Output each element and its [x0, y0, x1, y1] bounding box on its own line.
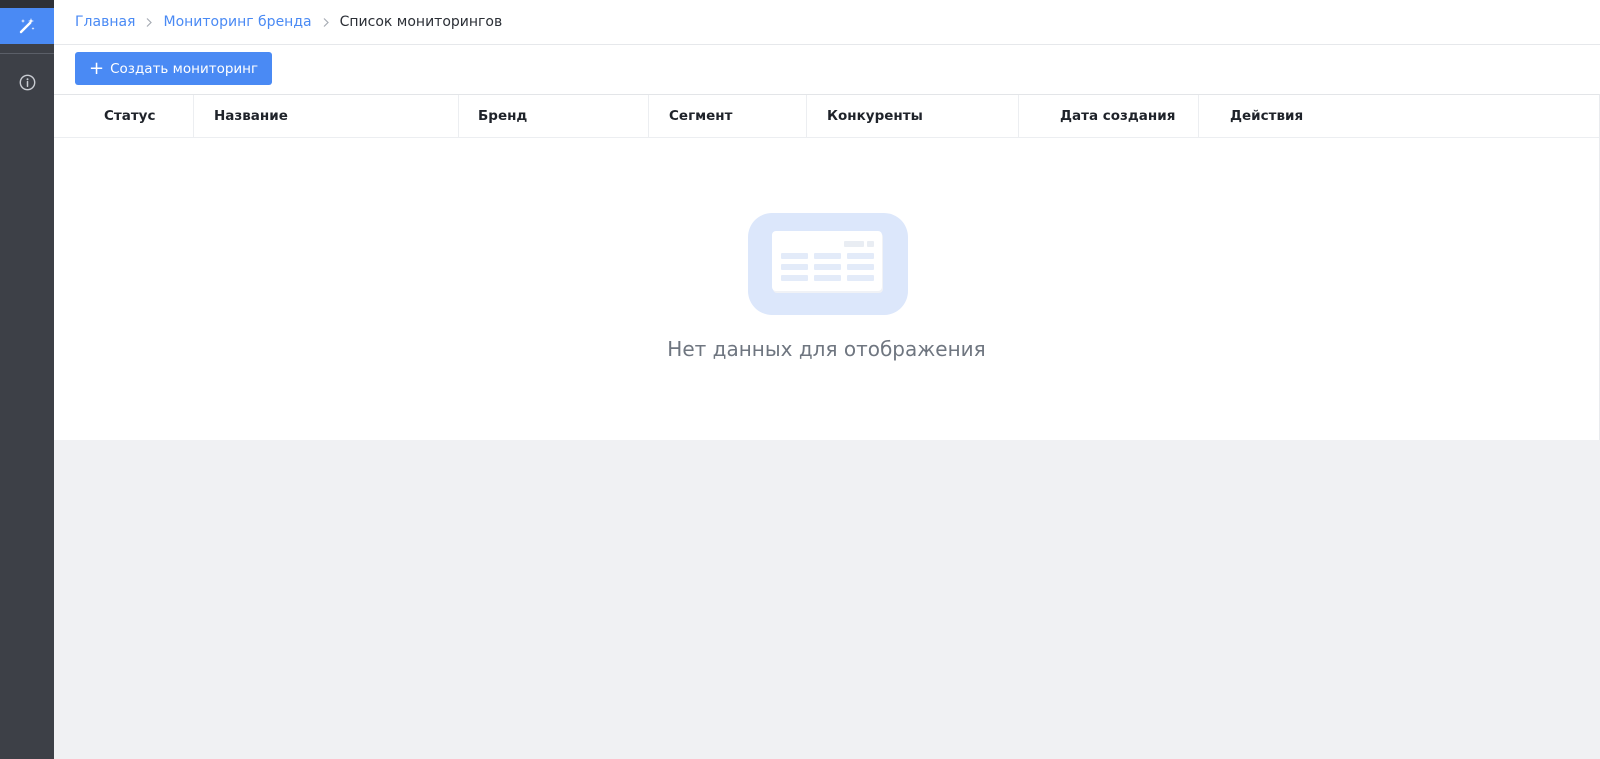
sidebar-top-strip — [0, 0, 54, 8]
sidebar-divider — [0, 53, 54, 54]
page-header: Главная Мониторинг бренда Список монитор… — [54, 0, 1600, 45]
column-separator — [1018, 95, 1019, 137]
breadcrumb-current: Список мониторингов — [339, 14, 503, 30]
column-header-brand[interactable]: Бренд — [478, 95, 527, 137]
breadcrumb-home-link[interactable]: Главная — [75, 14, 135, 30]
sidebar — [0, 0, 54, 759]
column-header-competitors[interactable]: Конкуренты — [827, 95, 923, 137]
create-monitoring-label: Создать мониторинг — [110, 60, 259, 77]
column-separator — [458, 95, 459, 137]
breadcrumb: Главная Мониторинг бренда Список монитор… — [75, 0, 502, 44]
column-separator — [1198, 95, 1199, 137]
empty-state-text: Нет данных для отображения — [667, 337, 986, 361]
column-separator — [806, 95, 807, 137]
column-header-segment[interactable]: Сегмент — [669, 95, 732, 137]
create-monitoring-button[interactable]: + Создать мониторинг — [75, 52, 273, 85]
table-header: Статус Название Бренд Сегмент Конкуренты… — [54, 95, 1599, 138]
column-separator — [193, 95, 194, 137]
chevron-right-icon — [322, 17, 330, 28]
column-header-status[interactable]: Статус — [104, 95, 155, 137]
column-header-created-date[interactable]: Дата создания — [1060, 95, 1175, 137]
main-content: Главная Мониторинг бренда Список монитор… — [54, 0, 1600, 759]
monitoring-table: Статус Название Бренд Сегмент Конкуренты… — [54, 94, 1600, 440]
sidebar-item-info[interactable] — [17, 72, 37, 92]
plus-icon: + — [89, 57, 105, 79]
info-icon — [19, 74, 35, 90]
empty-table-icon — [748, 213, 908, 319]
breadcrumb-brand-monitoring-link[interactable]: Мониторинг бренда — [163, 14, 311, 30]
column-separator — [648, 95, 649, 137]
magic-wand-icon — [19, 18, 35, 34]
toolbar: + Создать мониторинг — [54, 45, 1600, 94]
sidebar-item-brand-monitoring[interactable] — [0, 8, 54, 44]
column-header-actions: Действия — [1230, 108, 1304, 124]
column-header-name[interactable]: Название — [214, 95, 288, 137]
chevron-right-icon — [145, 17, 153, 28]
